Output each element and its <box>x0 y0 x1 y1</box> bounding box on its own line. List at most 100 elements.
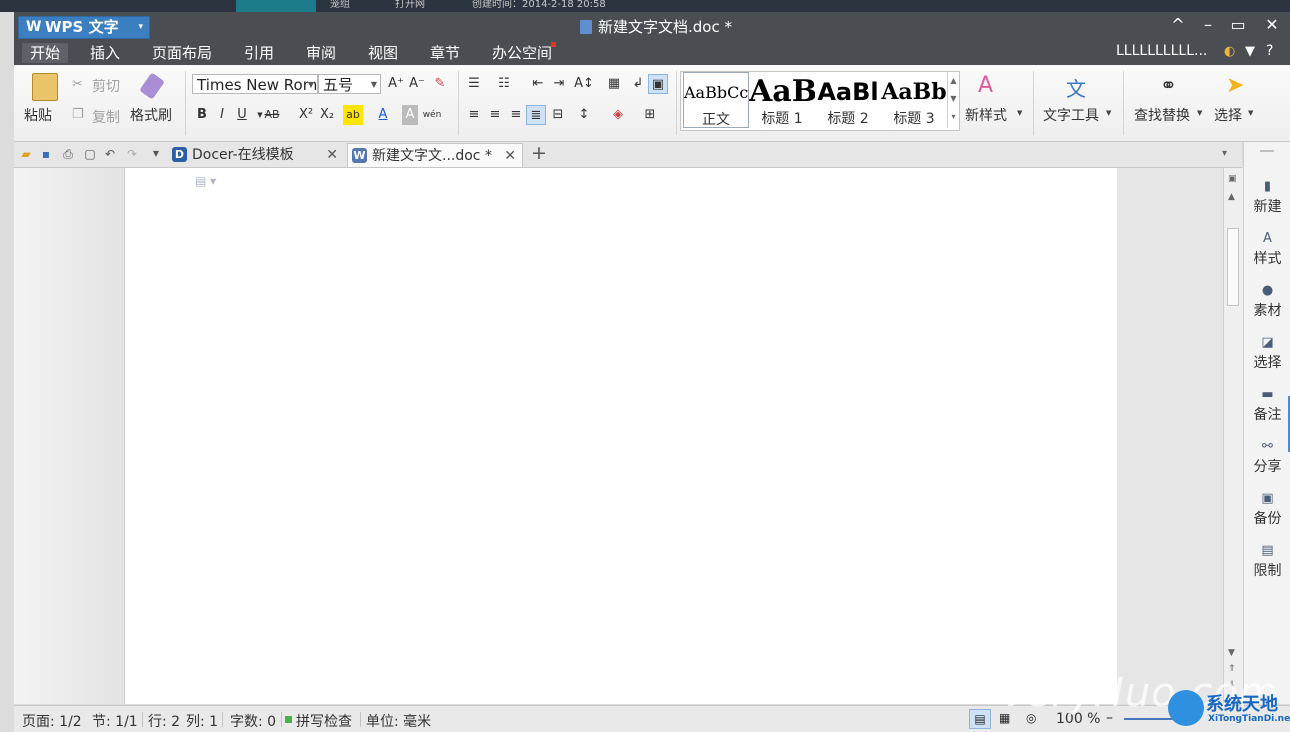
skin-icon[interactable]: ◐ <box>1224 44 1235 59</box>
increase-indent-icon[interactable]: ⇥ <box>549 74 569 94</box>
pane-item-backup[interactable]: ▣ 备份 <box>1244 492 1290 528</box>
numbering-icon[interactable]: ☷ <box>494 74 514 94</box>
shading-icon[interactable]: ◈ <box>608 105 628 125</box>
tab-references[interactable]: 引用 <box>244 43 274 63</box>
redo-icon[interactable]: ↷ <box>124 146 140 162</box>
customize-icon[interactable]: ▼ <box>148 146 164 162</box>
tab-chapter[interactable]: 章节 <box>430 43 460 63</box>
copy-icon[interactable]: ❐ <box>72 107 84 122</box>
tab-list-icon[interactable]: ▾ <box>1222 148 1227 159</box>
paste-button[interactable]: 粘贴 <box>24 105 52 125</box>
tab-review[interactable]: 审阅 <box>306 43 336 63</box>
decrease-indent-icon[interactable]: ⇤ <box>528 74 548 94</box>
shirt-icon[interactable]: ▼ <box>1245 44 1255 59</box>
tab-insert[interactable]: 插入 <box>90 43 120 63</box>
align-left-icon[interactable]: ≡ <box>464 105 484 125</box>
paragraph-handle-icon[interactable]: ▤ ▾ <box>195 174 216 188</box>
copy-button[interactable]: 复制 <box>92 107 120 127</box>
grow-font-icon[interactable]: A⁺ <box>386 74 406 94</box>
align-right-icon[interactable]: ≡ <box>506 105 526 125</box>
close-window-button[interactable]: ✕ <box>1260 14 1284 36</box>
char-shading-button[interactable]: A <box>402 105 418 125</box>
text-direction-icon[interactable]: A↕ <box>574 74 594 94</box>
phonetic-guide-button[interactable]: wén <box>422 105 442 125</box>
font-size-select[interactable]: 五号 ▼ <box>318 74 381 94</box>
new-style-button[interactable]: 新样式 <box>965 105 1007 125</box>
show-marks-icon[interactable]: ▣ <box>648 74 668 94</box>
borders-icon[interactable]: ⊞ <box>640 105 660 125</box>
superscript-button[interactable]: X² <box>296 105 316 125</box>
vertical-scrollbar[interactable]: ▣ ▲ ▼ ⇑ ⇓ <box>1223 168 1243 704</box>
user-account[interactable]: LLLLLLLLLL... <box>1116 43 1207 59</box>
pane-item-restrict[interactable]: ▤ 限制 <box>1244 544 1290 580</box>
status-page[interactable]: 页面: 1/2 <box>22 711 82 731</box>
tab-document[interactable]: W 新建文字文...doc * ✕ <box>347 143 523 167</box>
app-menu-button[interactable]: W WPS 文字 ▾ <box>18 16 150 39</box>
paste-icon[interactable] <box>32 73 58 101</box>
style-heading-1[interactable]: AaB 标题 1 <box>749 72 815 128</box>
save-icon[interactable]: ▪ <box>38 146 54 162</box>
font-color-button[interactable]: A <box>373 105 393 125</box>
pane-item-styles[interactable]: A 样式 <box>1244 232 1290 268</box>
strikethrough-button[interactable]: AB <box>262 105 282 125</box>
pane-item-share[interactable]: ⚯ 分享 <box>1244 440 1290 476</box>
highlight-icon[interactable]: ab <box>343 105 363 125</box>
select-button[interactable]: 选择 <box>1214 105 1242 125</box>
style-normal[interactable]: AaBbCc 正文 <box>683 72 749 128</box>
maximize-button[interactable]: ▭ <box>1226 14 1250 36</box>
print-preview-icon[interactable]: ▢ <box>82 146 98 162</box>
style-heading-3[interactable]: AaBb 标题 3 <box>881 72 947 128</box>
pane-item-comments[interactable]: ▬ 备注 <box>1244 388 1290 424</box>
minimize-button[interactable]: – <box>1196 14 1220 36</box>
scrollbar-thumb[interactable] <box>1227 228 1239 306</box>
undo-icon[interactable]: ↶ <box>102 146 118 162</box>
spellcheck-button[interactable]: 拼写检查 <box>296 711 352 731</box>
close-icon[interactable]: ✕ <box>326 143 338 167</box>
close-icon[interactable]: ✕ <box>504 144 516 168</box>
format-painter-button[interactable]: 格式刷 <box>130 105 172 125</box>
align-center-icon[interactable]: ≡ <box>485 105 505 125</box>
scroll-down-icon[interactable]: ▼ <box>1228 648 1235 658</box>
italic-button[interactable]: I <box>212 105 232 125</box>
binoculars-icon[interactable]: ⚭ <box>1160 73 1177 97</box>
line-spacing-icon[interactable]: ↕ <box>574 105 594 125</box>
new-style-icon[interactable]: A <box>978 73 993 98</box>
cursor-icon[interactable]: ➤ <box>1226 73 1244 98</box>
print-icon[interactable]: ⎙ <box>60 146 76 162</box>
pane-item-assets[interactable]: ● 素材 <box>1244 284 1290 320</box>
status-word-count[interactable]: 字数: 0 <box>230 711 276 731</box>
document-page[interactable]: ▤ ▾ <box>124 168 1118 704</box>
style-heading-2[interactable]: AaBl 标题 2 <box>815 72 881 128</box>
tab-page-layout[interactable]: 页面布局 <box>152 43 212 63</box>
scissors-icon[interactable]: ✂ <box>72 77 83 92</box>
new-tab-button[interactable]: + <box>531 142 547 164</box>
open-icon[interactable]: ▰ <box>18 146 34 162</box>
collapse-ribbon-button[interactable]: ^ <box>1166 14 1190 36</box>
underline-button[interactable]: U <box>232 105 252 125</box>
paragraph-mark-icon[interactable]: ↲ <box>628 74 648 94</box>
page-view-icon[interactable]: ▤ <box>969 709 991 729</box>
format-painter-icon[interactable] <box>139 72 165 100</box>
pane-item-new[interactable]: ▮ 新建 <box>1244 180 1290 216</box>
text-tools-icon[interactable]: 文 <box>1066 73 1086 102</box>
shrink-font-icon[interactable]: A⁻ <box>407 74 427 94</box>
font-name-select[interactable]: Times New Roman▼ <box>192 74 318 94</box>
tab-view[interactable]: 视图 <box>368 43 398 63</box>
distribute-icon[interactable]: ⊟ <box>548 105 568 125</box>
tab-office-space[interactable]: 办公空间 <box>492 43 552 63</box>
ruler-toggle-icon[interactable]: ▣ <box>1228 174 1237 184</box>
text-tools-button[interactable]: 文字工具 <box>1043 105 1099 125</box>
subscript-button[interactable]: X₂ <box>317 105 337 125</box>
scroll-up-icon[interactable]: ▲ <box>1228 192 1235 202</box>
status-unit[interactable]: 单位: 毫米 <box>366 711 431 731</box>
table-icon[interactable]: ▦ <box>604 74 624 94</box>
bullets-icon[interactable]: ☰ <box>464 74 484 94</box>
cut-button[interactable]: 剪切 <box>92 76 120 96</box>
bold-button[interactable]: B <box>192 105 212 125</box>
tab-home[interactable]: 开始 <box>22 43 69 63</box>
tab-docer[interactable]: D Docer-在线模板 ✕ <box>168 143 344 167</box>
styles-scroll[interactable]: ▲ ▼ ▾ <box>947 72 959 128</box>
clear-format-icon[interactable]: ✎ <box>430 74 450 94</box>
help-icon[interactable]: ? <box>1266 43 1273 59</box>
pane-item-select[interactable]: ◪ 选择 <box>1244 336 1290 372</box>
